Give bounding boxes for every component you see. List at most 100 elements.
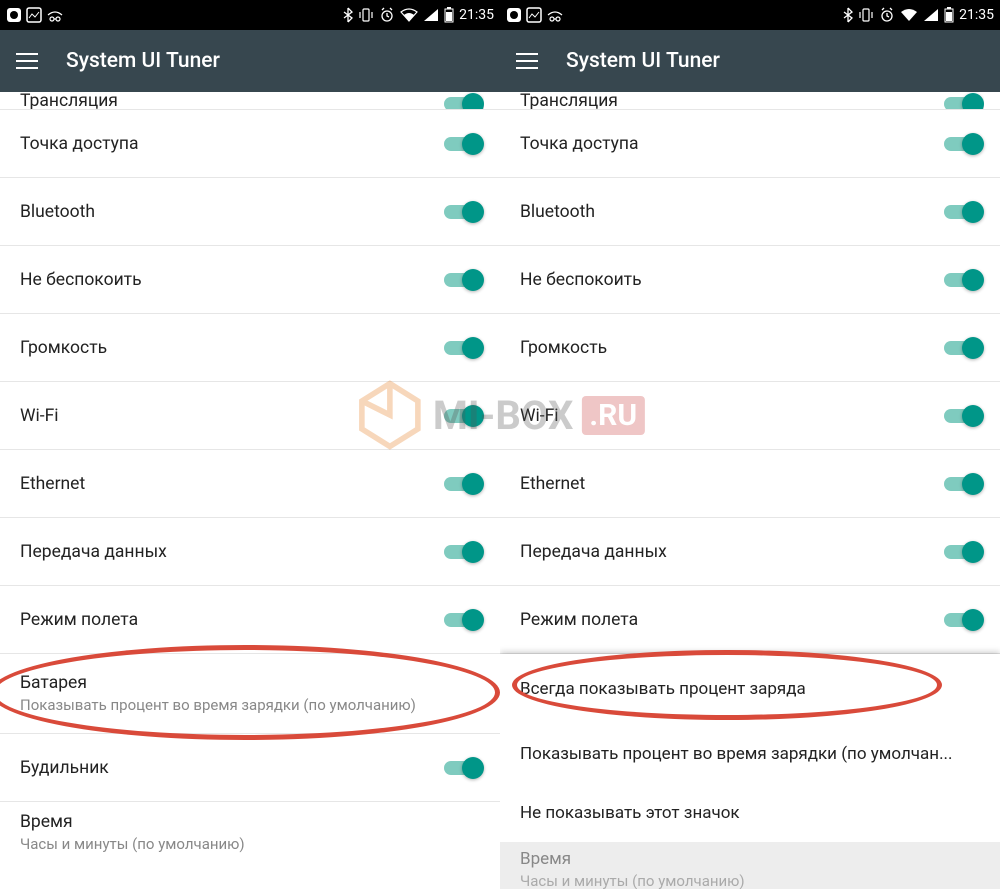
popup-option-always[interactable]: Всегда показывать процент заряда	[500, 654, 1000, 724]
list-item[interactable]: Bluetooth	[500, 178, 1000, 246]
toggle-switch[interactable]	[944, 92, 984, 109]
incognito-icon	[546, 7, 564, 23]
toggle-switch[interactable]	[444, 473, 484, 495]
item-label: Трансляция	[20, 92, 118, 110]
list-item-time[interactable]: Время Часы и минуты (по умолчанию)	[0, 802, 500, 862]
toggle-switch[interactable]	[444, 405, 484, 427]
toggle-switch[interactable]	[444, 609, 484, 631]
battery-icon	[944, 7, 954, 23]
item-label: Точка доступа	[520, 134, 639, 154]
list-item[interactable]: Bluetooth	[0, 178, 500, 246]
item-label: Не беспокоить	[520, 270, 642, 290]
toggle-switch[interactable]	[944, 609, 984, 631]
app-bar: System UI Tuner	[0, 30, 500, 92]
item-label: Ethernet	[520, 474, 585, 494]
signal-icon	[423, 8, 439, 22]
popup-menu: Всегда показывать процент заряда Показыв…	[500, 654, 1000, 842]
list-item[interactable]: Не беспокоить	[0, 246, 500, 314]
item-label: Громкость	[520, 338, 607, 358]
app-bar: System UI Tuner	[500, 30, 1000, 92]
status-time: 21:35	[459, 7, 494, 23]
app-title: System UI Tuner	[566, 49, 720, 73]
item-label: Bluetooth	[20, 202, 95, 222]
item-sublabel: Показывать процент во время зарядки (по …	[20, 696, 416, 714]
item-label: Ethernet	[20, 474, 85, 494]
wifi-icon	[900, 8, 918, 22]
alarm-icon	[879, 7, 895, 23]
list-item[interactable]: Громкость	[500, 314, 1000, 382]
toggle-switch[interactable]	[944, 201, 984, 223]
list-item-battery[interactable]: Батарея Показывать процент во время заря…	[0, 654, 500, 734]
item-label: Время	[20, 812, 245, 832]
list-item[interactable]: Будильник	[0, 734, 500, 802]
toggle-switch[interactable]	[444, 757, 484, 779]
app-icon	[26, 7, 42, 23]
list-item[interactable]: Передача данных	[500, 518, 1000, 586]
wifi-icon	[400, 8, 418, 22]
vibrate-icon	[858, 7, 874, 23]
bluetooth-icon	[343, 7, 353, 23]
app-title: System UI Tuner	[66, 49, 220, 73]
toggle-switch[interactable]	[444, 337, 484, 359]
list-item[interactable]: Wi-Fi	[500, 382, 1000, 450]
vibrate-icon	[358, 7, 374, 23]
item-label: Bluetooth	[520, 202, 595, 222]
app-icon	[526, 7, 542, 23]
popup-option-charging[interactable]: Показывать процент во время зарядки (по …	[500, 724, 1000, 784]
item-label: Wi-Fi	[520, 406, 559, 426]
item-label: Wi-Fi	[20, 406, 59, 426]
battery-icon	[444, 7, 454, 23]
list-item[interactable]: Режим полета	[0, 586, 500, 654]
app-icon	[6, 7, 22, 23]
item-label: Передача данных	[520, 542, 667, 562]
right-screenshot: 21:35 System UI Tuner Трансляция Точка д…	[500, 0, 1000, 889]
toggle-switch[interactable]	[944, 405, 984, 427]
toggle-switch[interactable]	[444, 269, 484, 291]
toggle-switch[interactable]	[944, 337, 984, 359]
list-item[interactable]: Точка доступа	[500, 110, 1000, 178]
item-label: Точка доступа	[20, 134, 139, 154]
option-label: Всегда показывать процент заряда	[520, 679, 806, 699]
toggle-switch[interactable]	[944, 269, 984, 291]
toggle-switch[interactable]	[444, 201, 484, 223]
popup-option-never[interactable]: Не показывать этот значок	[500, 784, 1000, 842]
list-item[interactable]: Не беспокоить	[500, 246, 1000, 314]
list-item[interactable]: Ethernet	[500, 450, 1000, 518]
app-icon	[506, 7, 522, 23]
bluetooth-icon	[843, 7, 853, 23]
list-item[interactable]: Wi-Fi	[0, 382, 500, 450]
signal-icon	[923, 8, 939, 22]
list-item[interactable]: Режим полета	[500, 586, 1000, 654]
option-label: Не показывать этот значок	[520, 803, 740, 823]
item-label: Громкость	[20, 338, 107, 358]
list-item[interactable]: Громкость	[0, 314, 500, 382]
toggle-switch[interactable]	[944, 473, 984, 495]
list-item[interactable]: Передача данных	[0, 518, 500, 586]
list-item[interactable]: Ethernet	[0, 450, 500, 518]
hamburger-icon[interactable]	[516, 53, 538, 69]
item-sublabel: Часы и минуты (по умолчанию)	[20, 835, 245, 853]
status-time: 21:35	[959, 7, 994, 23]
item-label: Будильник	[20, 758, 109, 778]
toggle-switch[interactable]	[444, 133, 484, 155]
list-item-dimmed: Время Часы и минуты (по умолчанию)	[500, 842, 1000, 889]
item-sublabel: Часы и минуты (по умолчанию)	[520, 872, 745, 889]
toggle-switch[interactable]	[444, 541, 484, 563]
toggle-switch[interactable]	[944, 541, 984, 563]
item-label: Режим полета	[20, 610, 138, 630]
alarm-icon	[379, 7, 395, 23]
hamburger-icon[interactable]	[16, 53, 38, 69]
list-item[interactable]: Точка доступа	[0, 110, 500, 178]
list-item-partial[interactable]: Трансляция	[500, 92, 1000, 110]
toggle-switch[interactable]	[444, 92, 484, 109]
item-label: Батарея	[20, 673, 416, 693]
status-bar: 21:35	[500, 0, 1000, 30]
list-item-partial[interactable]: Трансляция	[0, 92, 500, 110]
toggle-switch[interactable]	[944, 133, 984, 155]
left-screenshot: 21:35 System UI Tuner Трансляция Точка д…	[0, 0, 500, 889]
item-label: Время	[520, 849, 745, 869]
item-label: Трансляция	[520, 92, 618, 110]
item-label: Не беспокоить	[20, 270, 142, 290]
incognito-icon	[46, 7, 64, 23]
item-label: Передача данных	[20, 542, 167, 562]
